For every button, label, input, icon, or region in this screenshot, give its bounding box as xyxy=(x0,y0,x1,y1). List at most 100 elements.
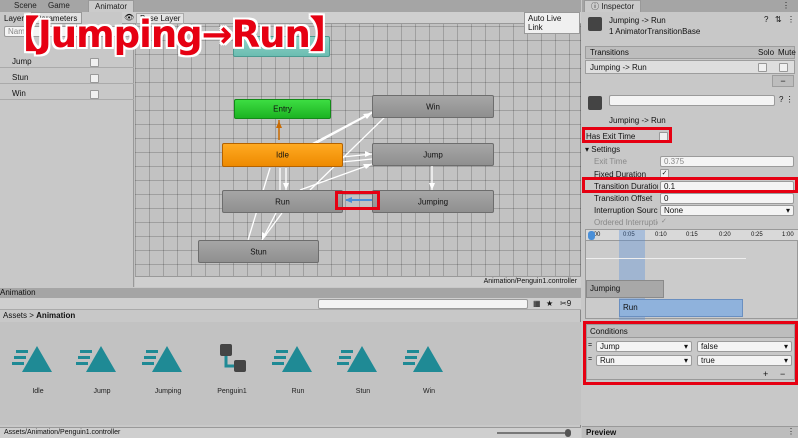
asset-clip-run[interactable]: Run xyxy=(268,340,328,395)
timeline-run-bar: Run xyxy=(619,299,743,317)
state-stun-label: Stun xyxy=(250,247,267,256)
animator-controller-icon xyxy=(220,344,246,372)
transition-offset-label: Transition Offset xyxy=(594,194,652,203)
header-subtitle-text: 1 AnimatorTransitionBase xyxy=(609,27,701,36)
asset-label: Jump xyxy=(93,388,111,395)
visibility-count: 9 xyxy=(566,299,572,308)
exit-time-text: Exit Time xyxy=(594,157,627,166)
state-run[interactable]: Run xyxy=(222,190,343,213)
transition-name-label: Jumping -> Run xyxy=(609,116,666,125)
more-icon[interactable]: ⋮ xyxy=(787,15,795,24)
state-idle[interactable]: Idle xyxy=(222,143,343,167)
exit-time-value: 0.375 xyxy=(664,157,685,166)
state-jump-label: Jump xyxy=(423,150,443,159)
timeline-run-label: Run xyxy=(623,303,638,312)
help-icon[interactable]: ? xyxy=(764,15,768,24)
selected-transition-highlight xyxy=(335,191,380,210)
timeline-tick: 0:25 xyxy=(751,232,763,238)
project-title: Animation xyxy=(0,288,36,298)
chevron-down-icon: ▾ xyxy=(785,206,790,215)
transition-item-label: Jumping -> Run xyxy=(590,63,647,72)
timeline-tick: 0:10 xyxy=(655,232,667,238)
timeline-start-marker[interactable] xyxy=(588,231,595,240)
interruption-source-value: None xyxy=(664,206,684,215)
preview-label: Preview xyxy=(586,428,617,437)
state-idle-label: Idle xyxy=(276,150,289,160)
header-title-text: Jumping -> Run xyxy=(609,16,666,25)
animation-clip-icon xyxy=(337,346,377,372)
transition-name-text: Jumping -> Run xyxy=(609,116,666,125)
asset-controller-penguin1[interactable]: Penguin1 xyxy=(202,340,262,395)
zoom-slider-thumb[interactable] xyxy=(565,429,571,437)
asset-clip-jump[interactable]: Jump xyxy=(72,340,132,395)
mute-checkbox[interactable] xyxy=(779,63,788,72)
state-jump[interactable]: Jump xyxy=(372,143,494,166)
transition-offset-input[interactable]: 0 xyxy=(660,193,794,204)
settings-icon[interactable]: ⇅ xyxy=(775,15,782,24)
timeline-tick: 1:00 xyxy=(782,232,794,238)
breadcrumb: Assets > Animation xyxy=(3,311,75,320)
asset-label: Penguin1 xyxy=(217,388,247,395)
ordered-interruption-text: Ordered Interruption xyxy=(594,218,658,227)
timeline-tick: 0:15 xyxy=(686,232,698,238)
asset-label: Jumping xyxy=(154,388,182,395)
animation-clip-icon xyxy=(12,346,52,372)
asset-clip-stun[interactable]: Stun xyxy=(333,340,393,395)
inspector-header-subtitle: 1 AnimatorTransitionBase xyxy=(609,27,700,36)
state-stun[interactable]: Stun xyxy=(198,240,319,263)
timeline-curve xyxy=(586,258,746,259)
exit-time-input[interactable]: 0.375 xyxy=(660,156,794,167)
asset-label: Idle xyxy=(32,388,44,395)
help-icon-2[interactable]: ? ⋮ xyxy=(779,95,794,104)
overlay-title-text: 【Jumping→Run】 xyxy=(2,13,347,56)
asset-clip-idle[interactable]: Idle xyxy=(8,340,68,395)
state-jumping[interactable]: Jumping xyxy=(372,190,494,213)
remove-transition-button[interactable]: − xyxy=(772,75,794,87)
transition-timeline[interactable]: :00 0:05 0:10 0:15 0:20 0:25 1:00 Jumpin… xyxy=(585,229,798,320)
animator-footer: Animation/Penguin1.controller xyxy=(135,276,581,287)
preview-bar[interactable]: Preview xyxy=(582,426,798,438)
asset-clip-jumping[interactable]: Jumping xyxy=(138,340,198,395)
animation-clip-icon xyxy=(142,346,182,372)
tab-inspector-label: Inspector xyxy=(601,2,635,11)
exit-time-label: Exit Time xyxy=(594,157,627,166)
project-footer-path: Assets/Animation/Penguin1.controller xyxy=(4,429,121,436)
inspector-header-title: Jumping -> Run xyxy=(609,16,666,25)
asset-label: Run xyxy=(291,388,305,395)
asset-clip-win[interactable]: Win xyxy=(399,340,459,395)
breadcrumb-leaf[interactable]: Animation xyxy=(36,311,75,320)
conditions-highlight xyxy=(583,321,798,385)
zoom-slider[interactable] xyxy=(497,432,567,434)
transitions-label: Transitions xyxy=(590,48,629,57)
project-tab-bar xyxy=(0,288,581,298)
overlay-title: 【Jumping→Run】 xyxy=(2,10,347,60)
solo-label: Solo xyxy=(758,48,775,57)
filter-type-icon[interactable]: ▦ xyxy=(533,299,541,308)
project-title-label: Animation xyxy=(0,288,36,297)
state-entry[interactable]: Entry xyxy=(234,99,331,119)
info-icon: ⓘ xyxy=(591,2,602,11)
animator-footer-path: Animation/Penguin1.controller xyxy=(483,278,577,285)
project-footer: Assets/Animation/Penguin1.controller xyxy=(0,427,581,438)
project-search-input[interactable] xyxy=(318,299,528,309)
solo-checkbox[interactable] xyxy=(758,63,767,72)
hidden-packages-icon[interactable]: ✂9 xyxy=(560,299,571,308)
transition-name-input[interactable] xyxy=(609,95,775,106)
breadcrumb-root[interactable]: Assets xyxy=(3,311,27,320)
animation-clip-icon xyxy=(76,346,116,372)
star-icon[interactable]: ★ xyxy=(546,299,553,308)
inspector-menu-icon[interactable]: ⋮ xyxy=(782,1,790,10)
state-run-label: Run xyxy=(275,197,290,206)
state-win[interactable]: Win xyxy=(372,95,494,118)
transition-list-item[interactable]: Jumping -> Run xyxy=(585,60,795,74)
animation-clip-icon xyxy=(403,346,443,372)
settings-foldout[interactable]: ▾ Settings xyxy=(585,145,620,154)
interruption-source-select[interactable]: None ▾ xyxy=(660,205,794,216)
timeline-jumping-label: Jumping xyxy=(590,284,621,293)
tab-inspector[interactable]: ⓘ Inspector xyxy=(584,0,642,12)
preview-menu-icon[interactable]: ⋮ xyxy=(787,427,795,436)
ordered-interruption-checkbox[interactable]: ✓ xyxy=(661,217,667,225)
timeline-tick: 0:20 xyxy=(719,232,731,238)
transition-offset-value: 0 xyxy=(664,194,669,203)
state-win-label: Win xyxy=(426,102,440,111)
